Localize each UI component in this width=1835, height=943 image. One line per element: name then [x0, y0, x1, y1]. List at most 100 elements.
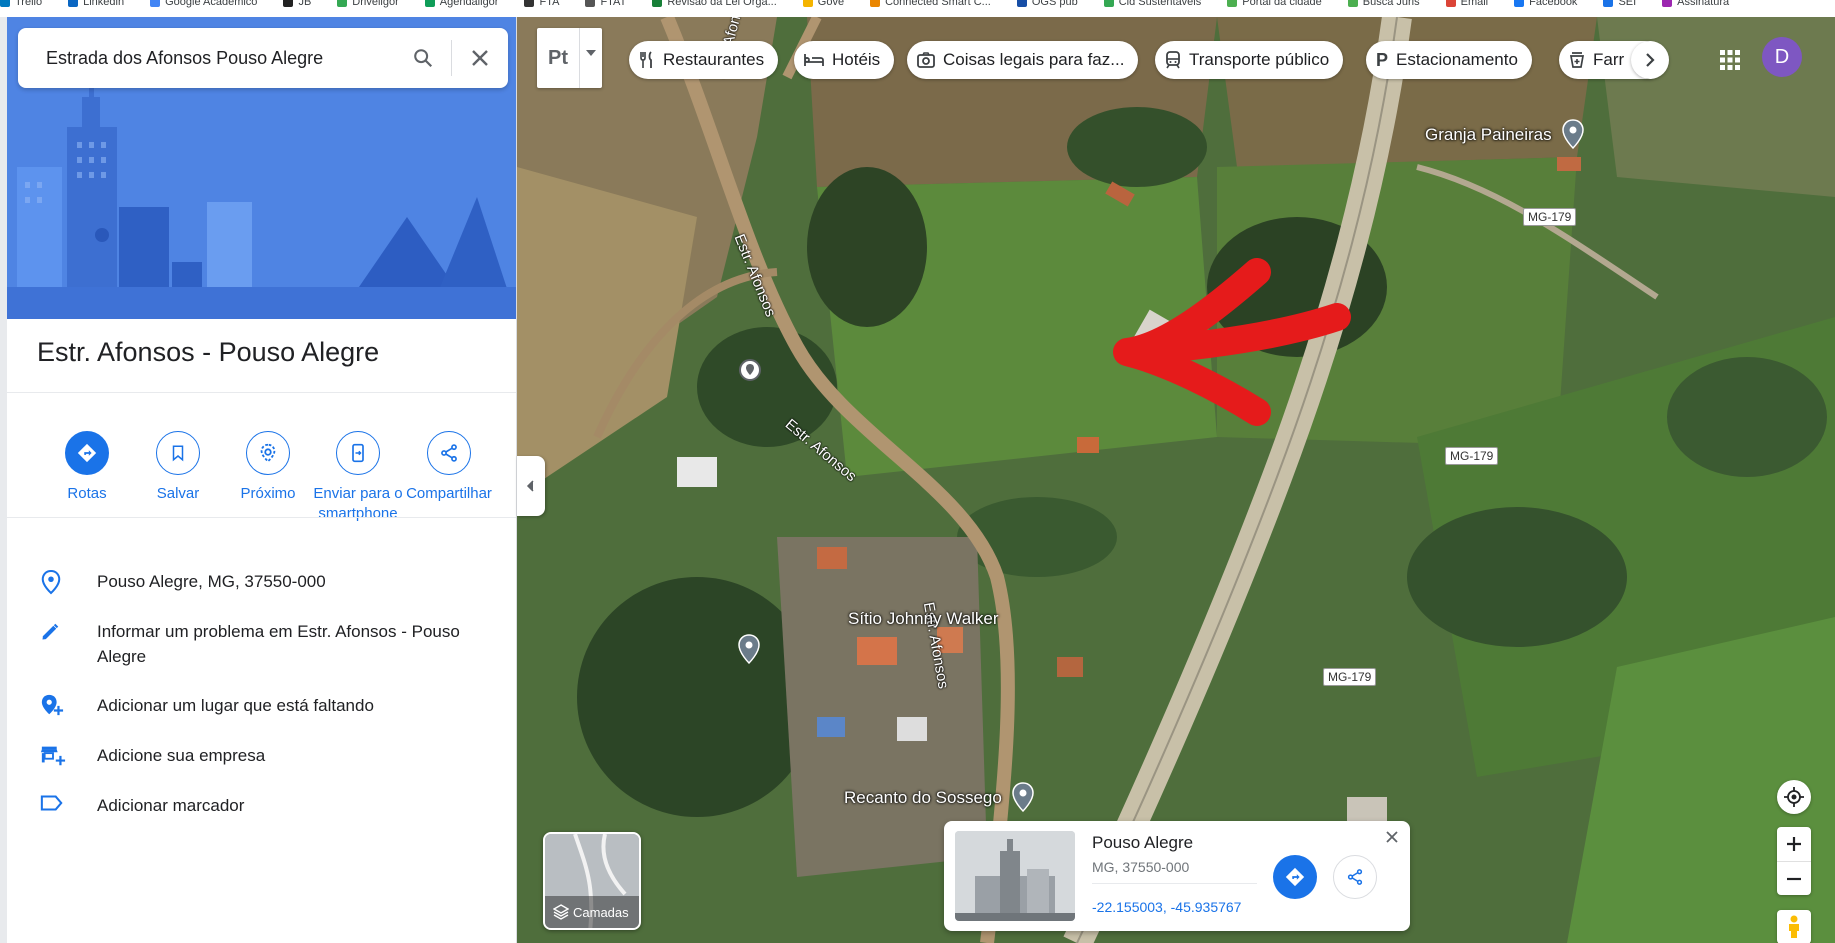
card-share-button[interactable] — [1333, 855, 1377, 899]
place-marker-icon[interactable] — [1562, 119, 1584, 149]
clear-search-button[interactable] — [452, 36, 508, 80]
address-row[interactable]: Pouso Alegre, MG, 37550-000 — [7, 569, 516, 595]
search-button[interactable] — [395, 36, 451, 80]
side-panel: Estrada dos Afonsos Pouso Alegre Estr. A… — [7, 17, 517, 943]
bookmark-label: Linkedin — [83, 0, 125, 8]
directions-icon — [1285, 867, 1305, 887]
bookmark-item[interactable]: JB — [283, 0, 311, 8]
zoom-in-button[interactable] — [1777, 827, 1811, 861]
bookmark-item[interactable]: Assinatura — [1662, 0, 1729, 8]
search-icon — [414, 49, 433, 68]
chip-label: Farr — [1593, 50, 1625, 69]
mode-dropdown[interactable] — [580, 28, 602, 88]
zoom-controls — [1777, 827, 1811, 895]
bookmark-favicon-icon — [68, 0, 79, 8]
bookmark-label: Gove — [817, 0, 845, 8]
bookmark-label: Assinatura — [1677, 0, 1730, 8]
card-coordinates[interactable]: -22.155003, -45.935767 — [1092, 899, 1241, 915]
selected-location-pin-icon[interactable] — [738, 358, 762, 384]
bookmark-item[interactable]: Email — [1445, 0, 1488, 8]
share-button[interactable]: Compartilhar — [394, 431, 504, 504]
layers-icon — [553, 904, 569, 920]
bookmark-favicon-icon — [1662, 0, 1673, 8]
zoom-out-button[interactable] — [1777, 861, 1811, 895]
label-icon — [40, 795, 63, 811]
satellite-imagery — [517, 17, 1835, 943]
card-directions-button[interactable] — [1273, 855, 1317, 899]
search-input[interactable]: Estrada dos Afonsos Pouso Alegre — [18, 48, 395, 69]
bookmark-item[interactable]: Facebook — [1514, 0, 1577, 8]
chip-things-to-do[interactable]: Coisas legais para faz... — [907, 41, 1139, 79]
add-place-text: Adicionar um lugar que está faltando — [97, 696, 374, 715]
search-box: Estrada dos Afonsos Pouso Alegre — [18, 28, 508, 88]
bookmark-label: Google Acadêmico — [165, 0, 258, 8]
chip-label: Transporte público — [1189, 50, 1330, 69]
bed-icon — [804, 54, 824, 66]
chips-scroll-right-button[interactable] — [1631, 41, 1669, 79]
bookmark-item[interactable]: Google Acadêmico — [150, 0, 257, 8]
bookmark-item[interactable]: SEI — [1603, 0, 1636, 8]
chip-restaurants[interactable]: Restaurantes — [629, 41, 779, 79]
bookmark-label: Agendaligor — [439, 0, 499, 8]
bookmark-item[interactable]: Driveligor — [337, 0, 399, 8]
pegman-icon — [1789, 915, 1799, 938]
bookmark-item[interactable]: Busca Juris — [1347, 0, 1420, 8]
bookmark-item[interactable]: Revisão da Lei Orgâ... — [652, 0, 777, 8]
divider — [7, 392, 516, 393]
bookmark-favicon-icon — [870, 0, 881, 8]
divider — [7, 517, 516, 518]
bookmark-item[interactable]: Cid Sustentáveis — [1103, 0, 1201, 8]
bookmark-favicon-icon — [652, 0, 663, 8]
add-business-text: Adicione sua empresa — [97, 746, 266, 765]
mode-label: Pt — [548, 46, 568, 69]
place-label-recanto[interactable]: Recanto do Sossego — [844, 788, 1002, 808]
report-problem-row[interactable]: Informar um problema em Estr. Afonsos - … — [7, 619, 516, 669]
bookmark-item[interactable]: OGS pub — [1016, 0, 1078, 8]
save-icon-circle — [156, 431, 200, 475]
chip-hotels[interactable]: Hotéis — [794, 41, 895, 79]
chip-parking[interactable]: P Estacionamento — [1366, 41, 1532, 79]
map-canvas[interactable]: Estr. Afonsos Estr. Afonsos Estr. Afonso… — [517, 17, 1835, 943]
bookmark-item[interactable]: Agendaligor — [424, 0, 499, 8]
minus-icon — [1787, 877, 1801, 880]
chip-transit[interactable]: Transporte público — [1155, 41, 1344, 79]
bookmark-label: JB — [298, 0, 312, 8]
street-view-pegman-button[interactable] — [1777, 910, 1811, 943]
bookmark-favicon-icon — [802, 0, 813, 8]
card-close-button[interactable] — [1382, 827, 1402, 847]
bookmark-label: Driveligor — [352, 0, 399, 8]
bookmark-item[interactable]: Trello — [0, 0, 42, 8]
layers-button[interactable]: Camadas — [543, 832, 641, 930]
place-thumbnail — [955, 831, 1075, 921]
send-icon-circle — [336, 431, 380, 475]
location-pin-icon — [41, 569, 61, 595]
action-buttons: Rotas Salvar Próximo Enviar para o smart… — [7, 415, 516, 525]
bookmark-label: OGS pub — [1031, 0, 1078, 8]
avatar[interactable]: D — [1762, 37, 1802, 77]
add-place-row[interactable]: Adicionar um lugar que está faltando — [7, 693, 516, 718]
place-label-sitio[interactable]: Sítio Johnny Walker — [848, 609, 999, 629]
bookmark-item[interactable]: Linkedin — [68, 0, 124, 8]
bookmark-item[interactable]: Portal da cidade — [1227, 0, 1322, 8]
add-label-row[interactable]: Adicionar marcador — [7, 793, 516, 818]
bookmark-item[interactable]: FTA — [524, 0, 559, 8]
place-marker-icon[interactable] — [1012, 782, 1034, 812]
place-label-granja[interactable]: Granja Paineiras — [1425, 125, 1552, 145]
nearby-icon-circle — [246, 431, 290, 475]
bookmark-item[interactable]: FTAT — [585, 0, 626, 8]
bookmark-item[interactable]: Connected Smart C... — [870, 0, 991, 8]
layers-label: Camadas — [573, 904, 629, 920]
bookmark-label: Trello — [15, 0, 43, 8]
collapse-panel-button[interactable] — [517, 456, 545, 516]
apps-button[interactable] — [1715, 45, 1745, 75]
caret-down-icon — [586, 50, 596, 56]
bookmark-favicon-icon — [150, 0, 161, 8]
share-label: Compartilhar — [406, 485, 492, 502]
bookmark-item[interactable]: Gove — [802, 0, 845, 8]
place-info-card[interactable]: Pouso Alegre MG, 37550-000 -22.155003, -… — [944, 821, 1410, 931]
add-business-row[interactable]: Adicione sua empresa — [7, 743, 516, 768]
my-location-button[interactable] — [1777, 780, 1811, 814]
map-mode-toggle[interactable]: Pt — [537, 28, 602, 88]
place-marker-icon[interactable] — [738, 634, 760, 664]
bookmark-favicon-icon — [337, 0, 348, 8]
